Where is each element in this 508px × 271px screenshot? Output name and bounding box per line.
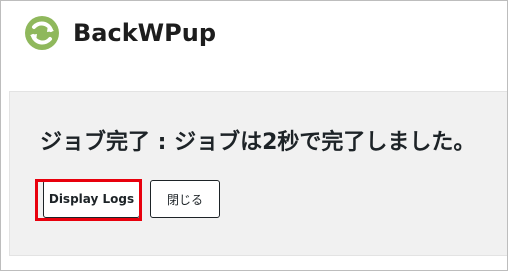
backwpup-logo-icon	[25, 16, 59, 50]
job-status-title: ジョブ完了 : ジョブは2秒で完了しました。	[40, 130, 476, 155]
close-button[interactable]: 閉じる	[150, 180, 220, 218]
brand-name: BackWPup	[73, 19, 217, 47]
window-frame: BackWPup ジョブ完了 : ジョブは2秒で完了しました。 Display …	[0, 0, 508, 271]
display-logs-button[interactable]: Display Logs	[43, 180, 140, 218]
brand-logo: BackWPup	[24, 15, 216, 51]
job-complete-panel: ジョブ完了 : ジョブは2秒で完了しました。 Display Logs 閉じる	[9, 91, 507, 256]
header: BackWPup	[1, 1, 507, 91]
